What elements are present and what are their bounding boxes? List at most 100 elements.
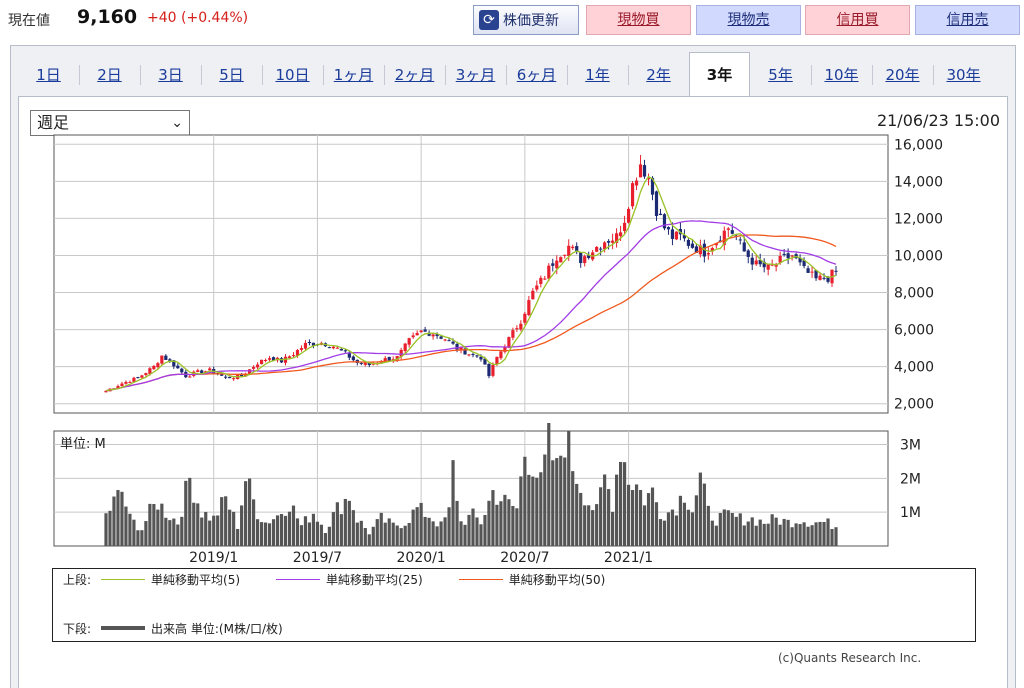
candle-body bbox=[423, 329, 427, 332]
candle-body bbox=[455, 343, 459, 350]
legend-volume: 出来高 単位:(M株/口/枚) bbox=[151, 621, 283, 636]
volume-bar bbox=[798, 524, 802, 546]
volume-bar bbox=[523, 456, 527, 546]
candle-body bbox=[431, 334, 435, 337]
candle-body bbox=[778, 255, 782, 263]
volume-bar bbox=[339, 514, 343, 546]
candle-body bbox=[547, 265, 551, 279]
volume-bar bbox=[471, 508, 475, 546]
volume-bar bbox=[395, 525, 399, 546]
volume-bar bbox=[411, 509, 415, 546]
candle-body bbox=[535, 285, 539, 290]
volume-bar bbox=[722, 509, 726, 546]
volume-bar bbox=[487, 500, 491, 546]
candle-body bbox=[690, 243, 694, 248]
volume-bar bbox=[371, 526, 375, 546]
candle-body bbox=[188, 376, 192, 378]
volume-bar bbox=[236, 528, 240, 546]
volume-bar bbox=[283, 515, 288, 546]
price-tick-label: 4,000 bbox=[894, 360, 934, 376]
volume-bar bbox=[710, 520, 714, 546]
volume-bar bbox=[630, 490, 635, 546]
candle-body bbox=[263, 359, 268, 361]
volume-bar bbox=[650, 487, 655, 546]
volume-bar bbox=[343, 498, 347, 546]
volume-bar bbox=[638, 490, 643, 546]
candle-body bbox=[411, 335, 415, 338]
volume-bar bbox=[435, 526, 439, 546]
candle-body bbox=[523, 313, 527, 323]
candle-body bbox=[511, 330, 515, 338]
volume-bar bbox=[307, 522, 312, 546]
candle-body bbox=[754, 260, 758, 265]
volume-bar bbox=[228, 509, 232, 546]
volume-bar bbox=[279, 514, 284, 546]
volume-bar bbox=[698, 472, 702, 546]
volume-bar bbox=[152, 504, 156, 546]
volume-bar bbox=[642, 505, 647, 546]
candle-body bbox=[387, 356, 391, 361]
volume-bar bbox=[794, 523, 798, 546]
volume-bar bbox=[208, 520, 212, 546]
candle-body bbox=[228, 376, 232, 379]
volume-bar bbox=[447, 507, 451, 546]
legend-ma5: 単純移動平均(5) bbox=[151, 572, 241, 587]
candle-body bbox=[351, 356, 355, 361]
volume-bar bbox=[738, 513, 742, 546]
volume-bar bbox=[439, 521, 443, 546]
volume-bar bbox=[168, 520, 172, 546]
candle-body bbox=[662, 214, 667, 229]
volume-bar bbox=[555, 458, 559, 546]
volume-bar bbox=[686, 509, 690, 546]
volume-bar bbox=[483, 514, 487, 546]
volume-bar bbox=[770, 514, 774, 546]
volume-bar bbox=[355, 522, 359, 546]
legend-lower-row: 下段: 出来高 単位:(M株/口/枚) bbox=[63, 620, 283, 636]
volume-bar bbox=[507, 499, 511, 546]
volume-bar bbox=[252, 499, 256, 546]
candle-body bbox=[782, 253, 786, 255]
volume-bar bbox=[192, 502, 196, 546]
candle-body bbox=[451, 341, 455, 344]
volume-bar bbox=[323, 533, 327, 546]
candle-body bbox=[730, 230, 734, 234]
volume-bar bbox=[128, 513, 132, 546]
volume-bar bbox=[263, 522, 268, 546]
candle-body bbox=[818, 275, 822, 280]
volume-bar bbox=[790, 527, 794, 546]
volume-bar bbox=[818, 521, 822, 546]
candle-body bbox=[810, 271, 814, 273]
candle-body bbox=[746, 250, 750, 257]
volume-bar bbox=[176, 524, 180, 546]
volume-bar bbox=[120, 491, 124, 546]
legend-lower-label: 下段: bbox=[63, 621, 92, 636]
date-tick-label: 2020/7 bbox=[500, 550, 549, 566]
volume-bar bbox=[112, 496, 116, 546]
candle-body bbox=[359, 362, 363, 364]
price-tick-label: 12,000 bbox=[894, 211, 943, 227]
volume-bar bbox=[216, 515, 220, 546]
price-grid bbox=[53, 134, 889, 414]
volume-bar bbox=[607, 489, 611, 546]
candle-body bbox=[626, 208, 631, 223]
volume-bar bbox=[595, 504, 599, 546]
volume-bar bbox=[431, 521, 435, 546]
candle-body bbox=[563, 254, 567, 256]
candle-body bbox=[611, 240, 615, 243]
candle-body bbox=[666, 227, 671, 230]
legend-ma5-swatch bbox=[101, 578, 146, 580]
candle-body bbox=[658, 213, 663, 215]
volume-bar bbox=[363, 528, 367, 546]
candle-body bbox=[706, 253, 710, 255]
candle-body bbox=[519, 323, 523, 330]
candle-body bbox=[224, 376, 228, 378]
volume-bar bbox=[690, 512, 694, 546]
volume-bar bbox=[551, 460, 555, 546]
candle-body bbox=[487, 363, 491, 377]
volume-bar bbox=[634, 484, 639, 546]
date-tick-label: 2021/1 bbox=[604, 550, 653, 566]
candle-body bbox=[415, 332, 419, 336]
volume-bar bbox=[766, 523, 770, 546]
candle-body bbox=[766, 264, 770, 270]
volume-bar bbox=[511, 506, 515, 546]
